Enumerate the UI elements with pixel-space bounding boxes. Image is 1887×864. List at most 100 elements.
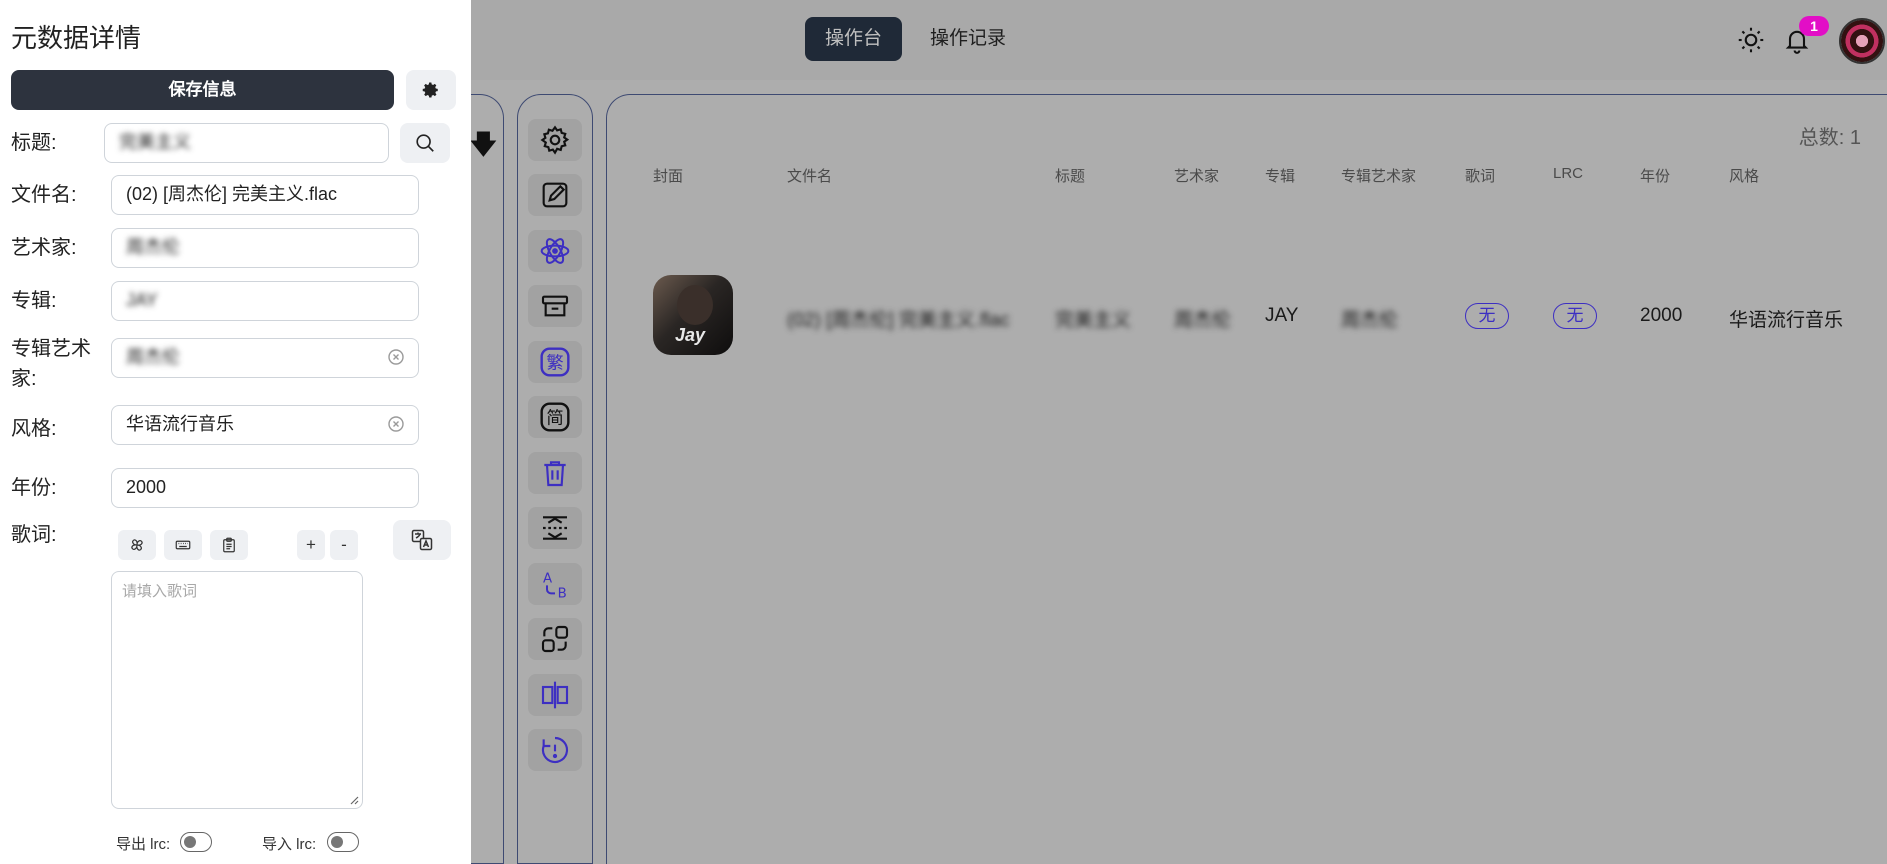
svg-text:B: B (558, 586, 567, 600)
avatar[interactable] (1839, 18, 1885, 64)
convert-tool-button[interactable] (528, 618, 582, 660)
column-header[interactable]: 封面 (653, 165, 683, 186)
cell-year[interactable]: 2000 (1640, 305, 1682, 327)
lyrics-tool-paste[interactable] (210, 530, 248, 560)
lyrics-tool-format[interactable] (164, 530, 202, 560)
tab-history[interactable]: 操作记录 (910, 17, 1026, 61)
archive-tool-button[interactable] (528, 285, 582, 327)
simplified-chinese-button[interactable]: 简 (528, 396, 582, 438)
drawer-title: 元数据详情 (11, 23, 142, 53)
ab-swap-tool-button[interactable]: AB (528, 563, 582, 605)
file-list-panel: 总数: 1 封面 文件名 标题 艺术家 专辑 专辑艺术家 歌词 LRC 年份 风… (606, 94, 1887, 864)
cell-artist[interactable]: 周杰伦 (1174, 305, 1231, 332)
title-input[interactable]: 完美主义 (104, 123, 389, 163)
filename-input[interactable]: (02) [周杰伦] 完美主义.flac (111, 175, 419, 215)
cell-genre[interactable]: 华语流行音乐 (1729, 305, 1843, 332)
clear-icon[interactable] (388, 416, 404, 432)
title-value: 完美主义 (119, 132, 191, 152)
cell-album-artist[interactable]: 周杰伦 (1341, 305, 1398, 332)
cover-figure (677, 285, 713, 325)
album-label: 专辑: (11, 290, 57, 312)
traditional-chinese-button[interactable]: 繁 (528, 341, 582, 383)
filename-value: (02) [周杰伦] 完美主义.flac (126, 184, 338, 204)
atom-tool-button[interactable] (528, 230, 582, 272)
column-header[interactable]: 年份 (1640, 165, 1670, 186)
arrow-down-icon[interactable]: 🡇 (470, 126, 497, 170)
lyrics-textarea[interactable]: 请填入歌词 (111, 571, 363, 809)
search-button[interactable] (400, 123, 450, 163)
column-header[interactable]: 专辑艺术家 (1341, 165, 1416, 186)
year-value: 2000 (126, 477, 167, 497)
split-tool-button[interactable] (528, 674, 582, 716)
lyrics-offset-plus-button[interactable]: + (297, 530, 325, 560)
lyrics-offset-minus-button[interactable]: - (330, 530, 358, 560)
alert-tool-button[interactable] (528, 729, 582, 771)
lrc-status-badge: 无 (1553, 303, 1597, 329)
convert-icon (541, 625, 569, 653)
tool-sidebar: 繁 简 AB (517, 94, 593, 864)
import-lrc-label: 导入 lrc: (262, 836, 317, 853)
export-lrc-label: 导出 lrc: (116, 836, 171, 853)
artist-input[interactable]: 周杰伦 (111, 228, 419, 268)
total-count: 总数: 1 (1798, 127, 1861, 149)
ab-swap-icon: AB (543, 572, 567, 600)
tab-console[interactable]: 操作台 (805, 17, 903, 61)
column-header[interactable]: LRC (1553, 165, 1583, 182)
column-header[interactable]: 专辑 (1265, 165, 1295, 186)
sun-icon[interactable] (1737, 26, 1765, 54)
column-header[interactable]: 歌词 (1465, 165, 1495, 186)
save-button[interactable]: 保存信息 (11, 70, 394, 110)
spacing-icon (543, 516, 567, 540)
edit-tool-button[interactable] (528, 174, 582, 216)
year-label: 年份: (11, 477, 57, 499)
album-artist-value: 周杰伦 (126, 347, 180, 367)
column-header[interactable]: 标题 (1055, 165, 1085, 186)
settings-button[interactable] (406, 70, 456, 110)
traditional-chinese-icon: 繁 (540, 347, 570, 377)
cell-album[interactable]: JAY (1265, 305, 1298, 327)
import-lrc-toggle[interactable] (327, 832, 359, 852)
top-right-actions: 1 (1727, 16, 1887, 64)
delete-tool-button[interactable] (528, 452, 582, 494)
trash-icon (544, 461, 566, 487)
album-artist-label: 专辑艺术家: (11, 338, 91, 390)
lyrics-translate-button[interactable] (393, 520, 451, 560)
column-header[interactable]: 文件名 (787, 165, 832, 186)
year-input[interactable]: 2000 (111, 468, 419, 508)
artist-value: 周杰伦 (126, 237, 180, 257)
artist-label: 艺术家: (11, 237, 77, 259)
alert-icon (541, 736, 568, 764)
album-cover[interactable]: Jay (653, 275, 733, 355)
spacing-tool-button[interactable] (528, 507, 582, 549)
cover-text: Jay (675, 325, 706, 345)
lyrics-label: 歌词: (11, 524, 57, 546)
search-icon (416, 134, 434, 152)
pinwheel-icon (131, 539, 143, 551)
column-header[interactable]: 艺术家 (1174, 165, 1219, 186)
gear-icon (422, 82, 438, 98)
resize-grip-icon[interactable] (349, 795, 359, 805)
album-input[interactable]: JAY (111, 281, 419, 321)
genre-value: 华语流行音乐 (126, 414, 234, 434)
clipboard-icon (223, 537, 235, 553)
column-header[interactable]: 风格 (1729, 165, 1759, 186)
edit-icon (542, 182, 568, 208)
cell-filename[interactable]: (02) [周杰伦] 完美主义.flac (787, 305, 1010, 332)
nav-tabs: 操作台 操作记录 (805, 17, 1026, 61)
archive-icon (541, 295, 569, 317)
genre-input[interactable]: 华语流行音乐 (111, 405, 419, 445)
lyrics-tool-translate[interactable] (118, 530, 156, 560)
lyrics-placeholder: 请填入歌词 (122, 583, 198, 600)
clear-icon[interactable] (388, 349, 404, 365)
album-value: JAY (126, 290, 158, 310)
cell-title[interactable]: 完美主义 (1055, 305, 1131, 332)
split-icon (541, 681, 569, 709)
title-label: 标题: (11, 132, 57, 154)
keyboard-icon (175, 540, 191, 550)
album-artist-input[interactable]: 周杰伦 (111, 338, 419, 378)
genre-label: 风格: (11, 418, 57, 440)
export-lrc-toggle[interactable] (180, 832, 212, 852)
lyrics-status-badge: 无 (1465, 303, 1509, 329)
settings-tool-button[interactable] (528, 119, 582, 161)
simplified-chinese-icon: 简 (540, 402, 570, 432)
